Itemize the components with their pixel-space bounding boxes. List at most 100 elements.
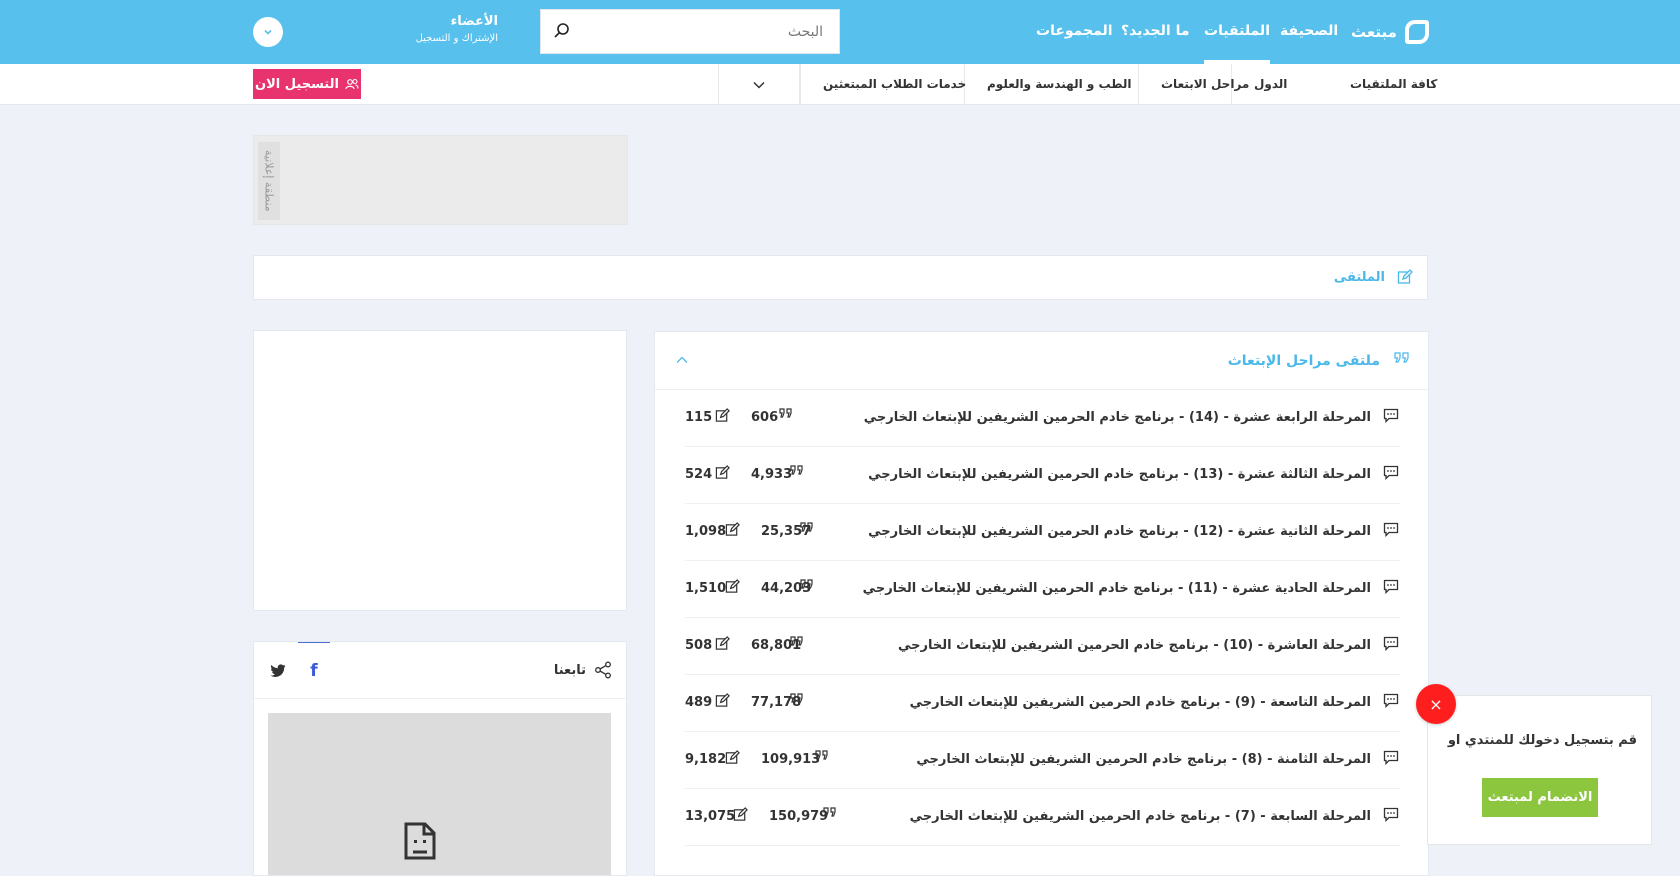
embed-placeholder <box>268 713 611 875</box>
forum-row-title[interactable]: المرحلة التاسعة - (9) - برنامج خادم الحر… <box>910 675 1371 731</box>
threads-count: 13,075 <box>685 809 736 824</box>
chevron-up-icon[interactable] <box>675 354 689 369</box>
ad-area: منطقة إعلانية <box>253 135 628 225</box>
nav-item-forums[interactable]: الملتقيات <box>1204 0 1270 64</box>
threads-count: 1,098 <box>685 524 727 539</box>
subnav-student-services[interactable]: خدمات الطلاب المبتعثين <box>800 64 988 105</box>
facebook-icon: f <box>310 661 318 681</box>
chevron-down-icon <box>753 81 765 89</box>
edit-icon <box>1397 269 1413 289</box>
quote-icon <box>800 579 814 595</box>
edit-icon <box>715 636 730 655</box>
forum-row[interactable]: المرحلة السابعة - (7) - برنامج خادم الحر… <box>685 789 1400 846</box>
quote-icon <box>1394 352 1410 370</box>
posts-count: 109,913 <box>761 752 821 767</box>
broken-file-icon <box>404 822 436 860</box>
forum-row-title[interactable]: المرحلة العاشرة - (10) - برنامج خادم الح… <box>898 618 1371 674</box>
search-box <box>540 9 840 54</box>
edit-icon <box>715 693 730 712</box>
posts-count: 4,933 <box>751 467 793 482</box>
twitter-icon <box>270 663 286 677</box>
chevron-down-icon <box>264 29 272 35</box>
logo-text: مبتعث <box>1351 23 1397 41</box>
quote-icon <box>815 750 829 766</box>
login-popup: قم بتسجيل دخولك للمنتدي او الانضمام لمبت… <box>1427 695 1652 845</box>
subnav-scholarship-stages[interactable]: مراحل الابتعاث <box>1138 64 1271 105</box>
register-now-button[interactable]: التسجيل الان <box>253 69 361 99</box>
chat-icon <box>1383 750 1399 769</box>
chat-icon <box>1383 465 1399 484</box>
facebook-tab[interactable]: f <box>298 642 330 699</box>
forum-row-title[interactable]: المرحلة الرابعة عشرة - (14) - برنامج خاد… <box>864 390 1371 446</box>
forum-header: ملتقى مراحل الإبتعاث <box>655 332 1428 390</box>
forum-row-title[interactable]: المرحلة الثانية عشرة - (12) - برنامج خاد… <box>868 504 1371 560</box>
sidebar-widget <box>253 330 627 611</box>
twitter-tab[interactable] <box>264 642 292 699</box>
threads-count: 1,510 <box>685 581 727 596</box>
nav-item-newspaper[interactable]: الصحيفة <box>1280 0 1338 64</box>
edit-icon <box>733 807 748 826</box>
chat-icon <box>1383 579 1399 598</box>
forum-row[interactable]: المرحلة الثالثة عشرة - (13) - برنامج خاد… <box>685 447 1400 504</box>
register-now-label: التسجيل الان <box>255 76 339 92</box>
forum-row-title[interactable]: المرحلة السابعة - (7) - برنامج خادم الحر… <box>910 789 1371 845</box>
edit-icon <box>715 408 730 427</box>
forum-row[interactable]: المرحلة الثامنة - (8) - برنامج خادم الحر… <box>685 732 1400 789</box>
breadcrumb-forum-link[interactable]: الملتقى <box>1334 256 1385 300</box>
quote-icon <box>790 465 804 481</box>
subnav-all-forums[interactable]: كافة الملتقيات <box>1328 64 1459 105</box>
members-link[interactable]: الأعضاء الإشتراك و التسجيل <box>400 14 498 44</box>
forum-panel: ملتقى مراحل الإبتعاث المرحلة الرابعة عشر… <box>654 331 1429 876</box>
top-bar: مبتعث الصحيفة الملتقيات ما الجديد؟ المجم… <box>0 0 1680 64</box>
threads-count: 9,182 <box>685 752 727 767</box>
popup-message: قم بتسجيل دخولك للمنتدي او <box>1447 733 1637 748</box>
user-menu-button[interactable] <box>253 17 283 47</box>
forum-row-title[interactable]: المرحلة الحادية عشرة - (11) - برنامج خاد… <box>863 561 1371 617</box>
forum-title[interactable]: ملتقى مراحل الإبتعاث <box>1228 332 1380 390</box>
follow-us-header: تابعنا f <box>254 642 626 699</box>
posts-count: 150,979 <box>769 809 829 824</box>
logo-icon <box>1404 20 1429 44</box>
quote-icon <box>779 408 793 424</box>
edit-icon <box>725 750 740 769</box>
sub-navigation: كافة الملتقيات الدول مراحل الابتعاث الطب… <box>0 64 1680 105</box>
threads-count: 524 <box>685 467 713 482</box>
members-title: الأعضاء <box>450 14 498 29</box>
forum-row[interactable]: المرحلة الحادية عشرة - (11) - برنامج خاد… <box>685 561 1400 618</box>
quote-icon <box>790 693 804 709</box>
breadcrumb: الملتقى <box>253 255 1428 300</box>
threads-count: 508 <box>685 638 713 653</box>
forum-row[interactable]: المرحلة الرابعة عشرة - (14) - برنامج خاد… <box>685 390 1400 447</box>
nav-item-groups[interactable]: المجموعات <box>1036 0 1113 64</box>
join-button[interactable]: الانضمام لمبتعث <box>1482 778 1598 817</box>
ad-label: منطقة إعلانية <box>258 142 280 220</box>
follow-us-widget: تابعنا f <box>253 641 627 876</box>
nav-item-whats-new[interactable]: ما الجديد؟ <box>1121 0 1190 64</box>
edit-icon <box>715 465 730 484</box>
follow-us-title: تابعنا <box>553 663 586 678</box>
users-icon <box>345 78 359 90</box>
subnav-more-toggle[interactable] <box>718 64 800 105</box>
forum-list: المرحلة الرابعة عشرة - (14) - برنامج خاد… <box>685 390 1400 846</box>
posts-count: 606 <box>751 410 779 425</box>
forum-row-title[interactable]: المرحلة الثالثة عشرة - (13) - برنامج خاد… <box>868 447 1371 503</box>
subnav-medicine-engineering[interactable]: الطب و الهندسة والعلوم <box>964 64 1154 105</box>
chat-icon <box>1383 807 1399 826</box>
chat-icon <box>1383 636 1399 655</box>
threads-count: 115 <box>685 410 713 425</box>
quote-icon <box>823 807 837 823</box>
close-popup-button[interactable]: × <box>1416 684 1456 724</box>
forum-row[interactable]: المرحلة التاسعة - (9) - برنامج خادم الحر… <box>685 675 1400 732</box>
threads-count: 489 <box>685 695 713 710</box>
chat-icon <box>1383 408 1399 427</box>
forum-row[interactable]: المرحلة الثانية عشرة - (12) - برنامج خاد… <box>685 504 1400 561</box>
forum-row-title[interactable]: المرحلة الثامنة - (8) - برنامج خادم الحر… <box>916 732 1371 788</box>
edit-icon <box>725 579 740 598</box>
close-icon: × <box>1429 694 1443 714</box>
share-icon <box>594 661 612 683</box>
site-logo[interactable]: مبتعث <box>1351 14 1429 50</box>
search-input[interactable] <box>581 10 831 53</box>
quote-icon <box>790 636 804 652</box>
forum-row[interactable]: المرحلة العاشرة - (10) - برنامج خادم الح… <box>685 618 1400 675</box>
search-icon[interactable] <box>553 22 573 42</box>
